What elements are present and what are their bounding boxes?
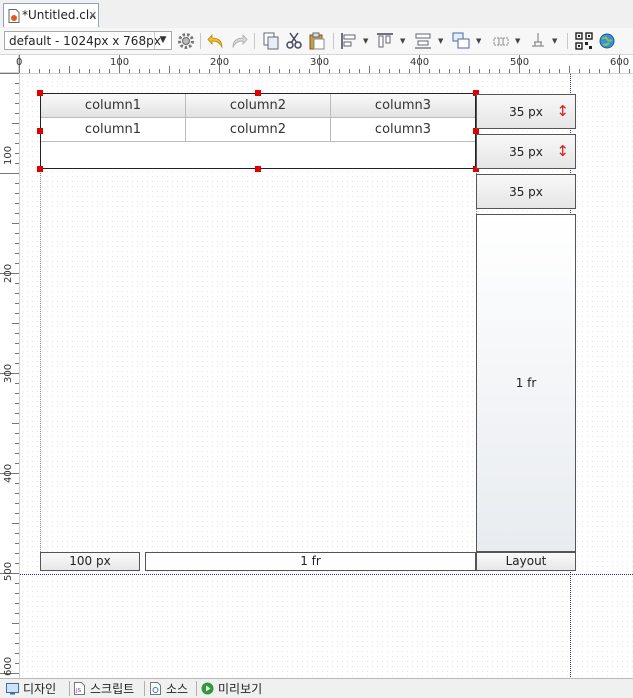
- ruler-label: 300: [310, 57, 330, 68]
- source-file-icon: [150, 682, 161, 695]
- toolbar-separator: [333, 33, 334, 49]
- anchor-icon[interactable]: [529, 32, 547, 50]
- tab-label: 미리보기: [218, 682, 263, 696]
- screen-size-value: default - 1024px x 768px: [9, 34, 161, 48]
- layout-corner-button[interactable]: Layout: [476, 552, 576, 571]
- chevron-down-icon[interactable]: ▼: [400, 37, 405, 45]
- ruler-label: 400: [410, 57, 430, 68]
- grid-control[interactable]: column1 column2 column3 column1 column2 …: [40, 93, 476, 169]
- cut-icon[interactable]: [285, 32, 303, 50]
- vertical-ruler: 100 200 300 400 500 600: [0, 73, 20, 678]
- tab-separator: [196, 681, 197, 696]
- resize-handle[interactable]: [37, 90, 43, 96]
- ruler-label: 300: [3, 363, 14, 383]
- grid-header-cell[interactable]: column1: [41, 94, 186, 118]
- paste-icon[interactable]: [308, 32, 326, 50]
- row-size-label: 1 fr: [515, 376, 537, 390]
- align-left-icon[interactable]: [340, 32, 358, 50]
- resize-handle[interactable]: [37, 166, 43, 172]
- svg-text:JS: JS: [75, 688, 82, 694]
- tab-source[interactable]: 소스: [149, 680, 195, 697]
- view-tab-bar: 디자인 JS 스크립트 소스 미리보기: [0, 678, 633, 698]
- grid-layout-icon[interactable]: [492, 32, 510, 50]
- screen-size-select[interactable]: default - 1024px x 768px ▼: [4, 31, 172, 50]
- tab-separator: [144, 681, 145, 696]
- chevron-down-icon[interactable]: ▼: [363, 37, 368, 45]
- tab-script[interactable]: JS 스크립트: [73, 680, 143, 697]
- grid-row-cell[interactable]: column2: [186, 118, 331, 142]
- ruler-label: 500: [510, 57, 530, 68]
- script-js-icon: JS: [74, 682, 85, 695]
- tab-label: 스크립트: [90, 682, 135, 696]
- globe-icon[interactable]: [598, 32, 616, 50]
- tab-design[interactable]: 디자인: [6, 680, 68, 697]
- close-icon[interactable]: ×: [88, 8, 97, 21]
- design-view-icon: [6, 683, 19, 695]
- layout-row-header[interactable]: 35 px ↕: [476, 94, 576, 129]
- grid-header-cell[interactable]: column2: [186, 94, 331, 118]
- grid-row-cell[interactable]: column1: [41, 118, 186, 142]
- layout-column-header[interactable]: 1 fr: [145, 552, 476, 571]
- chevron-down-icon[interactable]: ▼: [438, 37, 443, 45]
- toolbar-separator: [254, 33, 255, 49]
- layout-column-header[interactable]: 100 px: [40, 552, 140, 571]
- layout-row-header[interactable]: 1 fr: [476, 214, 576, 552]
- tab-label: 소스: [166, 682, 189, 696]
- row-size-label: 35 px: [509, 185, 543, 199]
- grid-row-cell[interactable]: column3: [331, 118, 475, 142]
- layout-row-header[interactable]: 35 px: [476, 174, 576, 209]
- chevron-down-icon[interactable]: ▼: [476, 37, 481, 45]
- ruler-label: 100: [3, 145, 14, 165]
- clx-file-icon: [8, 9, 20, 23]
- horizontal-ruler: 0 100 200 300 400 500 600: [16, 55, 633, 74]
- resize-handle[interactable]: [255, 90, 261, 96]
- toolbar-separator: [200, 33, 201, 49]
- chevron-down-icon[interactable]: ▼: [515, 37, 520, 45]
- ruler-label: 200: [3, 263, 14, 283]
- ruler-label: 600: [610, 57, 630, 68]
- document-tab-strip: *Untitled.clx ×: [0, 0, 633, 29]
- ruler-label: 600: [3, 656, 14, 676]
- distribute-icon[interactable]: [414, 32, 432, 50]
- toolbar-separator: [567, 33, 568, 49]
- resize-handle[interactable]: [255, 166, 261, 172]
- align-top-icon[interactable]: [376, 32, 394, 50]
- chevron-down-icon[interactable]: ▼: [154, 32, 171, 49]
- screen-height-guide: [20, 574, 633, 575]
- document-tab-title: *Untitled.clx: [22, 8, 97, 22]
- ruler-label: 500: [3, 561, 14, 581]
- tab-preview[interactable]: 미리보기: [201, 680, 271, 697]
- ruler-label: 200: [210, 57, 230, 68]
- layout-row-header[interactable]: 35 px ↕: [476, 134, 576, 169]
- qr-code-icon[interactable]: [575, 32, 593, 50]
- resize-vertical-icon[interactable]: ↕: [556, 142, 569, 160]
- preview-play-icon: [201, 682, 214, 695]
- group-icon[interactable]: [452, 32, 470, 50]
- redo-icon[interactable]: [230, 32, 248, 50]
- document-tab[interactable]: *Untitled.clx ×: [3, 3, 99, 27]
- tab-label: 디자인: [23, 682, 57, 696]
- ruler-label: 0: [16, 57, 23, 68]
- grid-header-cell[interactable]: column3: [331, 94, 475, 118]
- undo-icon[interactable]: [207, 32, 225, 50]
- chevron-down-icon[interactable]: ▼: [552, 37, 557, 45]
- layout-guide-line: [40, 169, 41, 552]
- ruler-label: 100: [110, 57, 130, 68]
- toolbar: default - 1024px x 768px ▼ ▼ ▼ ▼ ▼ ▼ ▼: [0, 28, 633, 55]
- tab-separator: [69, 681, 70, 696]
- resize-vertical-icon[interactable]: ↕: [556, 102, 569, 120]
- ruler-label: 400: [3, 463, 14, 483]
- settings-icon[interactable]: [177, 32, 195, 50]
- copy-icon[interactable]: [262, 32, 280, 50]
- resize-handle[interactable]: [37, 128, 43, 134]
